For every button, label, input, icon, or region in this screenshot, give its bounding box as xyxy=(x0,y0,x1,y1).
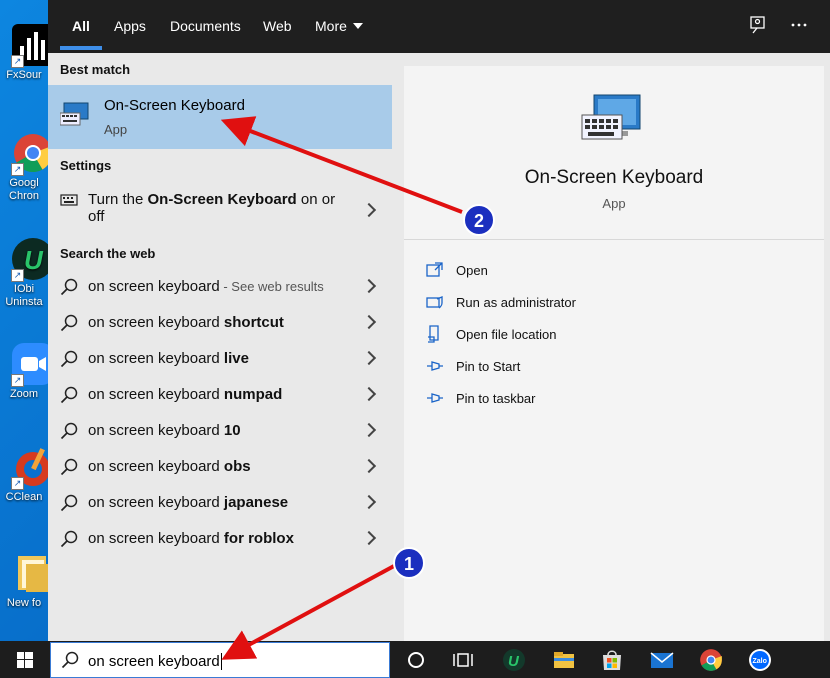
svg-text:2: 2 xyxy=(474,211,484,231)
annotation-arrow-1 xyxy=(221,564,395,660)
annotation-badge-1: 1 xyxy=(393,547,425,579)
svg-text:1: 1 xyxy=(404,554,414,574)
annotation-arrow-2 xyxy=(220,116,463,214)
annotation-overlay: 2 1 xyxy=(220,116,495,660)
annotation-badge-2: 2 xyxy=(463,204,495,236)
